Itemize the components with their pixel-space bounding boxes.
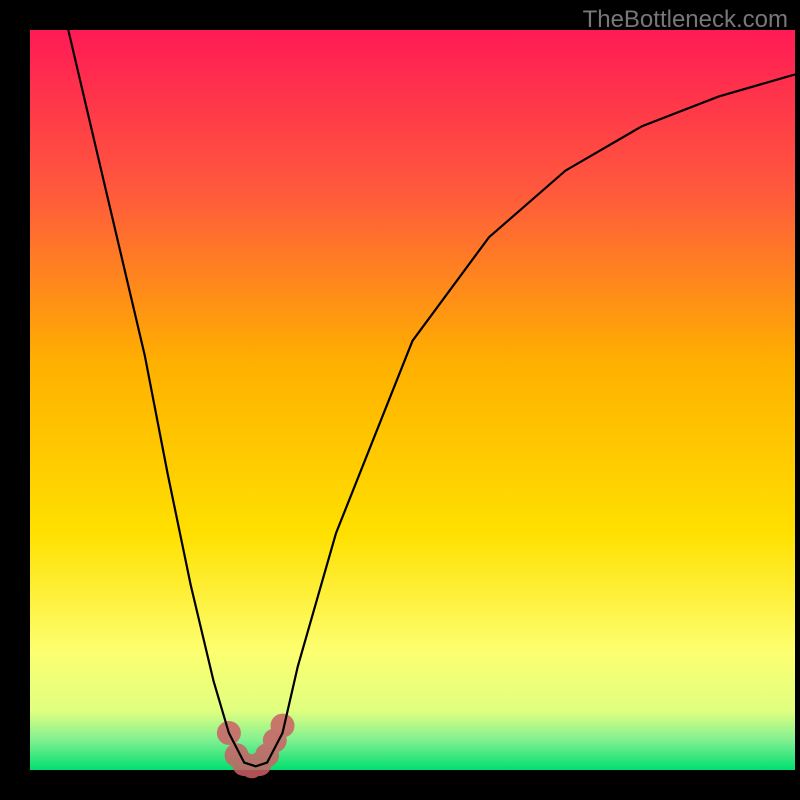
bottleneck-chart <box>0 0 800 800</box>
plot-area <box>30 30 795 770</box>
watermark-text: TheBottleneck.com <box>583 6 788 34</box>
